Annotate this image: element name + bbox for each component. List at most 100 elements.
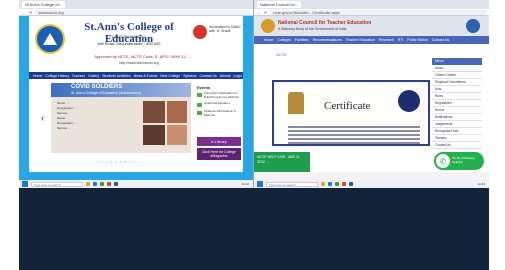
news-item[interactable]: Admission Notification for B.Ed Programm… [197, 91, 241, 99]
nav-item[interactable]: Best College [160, 74, 180, 78]
left-url-field[interactable]: stannsedu.org [35, 9, 250, 15]
back-icon[interactable]: ← [22, 10, 26, 15]
nav-item[interactable]: RTI [398, 38, 404, 42]
side-menu-item[interactable]: Contact Us [432, 142, 482, 149]
taskbar-search-input[interactable]: Type here to search [266, 181, 318, 187]
side-menu-item[interactable]: Norms [432, 107, 482, 114]
side-menu-item[interactable]: Tenders [432, 135, 482, 142]
nav-item[interactable]: Public Notice [407, 38, 427, 42]
nav-item[interactable]: College History [45, 74, 69, 78]
edge-icon[interactable] [93, 182, 97, 186]
college-main-content: ‹ COVID SOLDIERS St. Ann's College of Ed… [29, 79, 243, 172]
nav-item[interactable]: Alumni [220, 74, 231, 78]
ncte-nav-bar: Home Colleges Facilities Recommendations… [254, 36, 489, 44]
nav-item[interactable]: Students Activities [102, 74, 130, 78]
windows-start-icon[interactable] [257, 181, 263, 187]
edge-icon[interactable] [328, 182, 332, 186]
nav-item[interactable]: Facilities [295, 38, 309, 42]
side-menu-item[interactable]: Regional Committees [432, 79, 482, 86]
text-line [288, 142, 420, 144]
certificate-image: Certificate [272, 80, 430, 146]
news-item[interactable]: Online Registration [197, 102, 241, 108]
nav-item[interactable]: Gallery [88, 74, 99, 78]
ncte-title: National Council for Teacher Education [278, 20, 372, 26]
naac-seal-icon [193, 25, 207, 39]
college-header: St.Ann's College of Education ( AUTONOMO… [29, 16, 243, 72]
left-address-bar: ← ⟳ stannsedu.org [19, 9, 253, 16]
e-library-button[interactable]: e-Library [197, 137, 241, 146]
soldier-photo [167, 125, 187, 145]
nav-item[interactable]: Recommendations [313, 38, 342, 42]
powerpoint-icon[interactable] [342, 182, 346, 186]
left-browser-tab[interactable]: St Ann's College of... [22, 1, 66, 8]
powerpoint-icon[interactable] [107, 182, 111, 186]
ncte-side-menu: Menu About Citizen Charter Regional Comm… [432, 58, 482, 149]
file-explorer-icon[interactable] [86, 182, 90, 186]
nav-item[interactable]: Login [233, 74, 242, 78]
nav-item[interactable]: Courses [72, 74, 85, 78]
back-icon[interactable]: ← [257, 10, 261, 15]
slider-text-list: Name: ... Designation: ... Service: ... … [57, 101, 137, 131]
text-line [288, 138, 420, 140]
nav-item[interactable]: Contact Us [199, 74, 216, 78]
text-line [288, 134, 420, 136]
right-url-field[interactable]: ncte.gov.in/Website/...Certificate.aspx [270, 9, 486, 15]
college-address: Mill Road, Secunderabad - 500 003 [97, 41, 161, 46]
right-tab-bar: National Council for... [254, 0, 489, 9]
side-menu-item[interactable]: About [432, 65, 482, 72]
side-menu-item[interactable]: Acts [432, 86, 482, 93]
soldier-photo [143, 125, 165, 145]
helpline-banner[interactable]: NCTE HELP LINE: 1800 11 3232 ... [254, 152, 310, 172]
chrome-icon[interactable] [100, 182, 104, 186]
text-line [288, 130, 420, 132]
right-browser-tab[interactable]: National Council for... [257, 1, 302, 8]
slider-prev-icon[interactable]: ‹ [41, 113, 44, 124]
whatsapp-helpline-button[interactable]: ✆ NCTE Whatsapp Helpline [434, 152, 484, 170]
slider-line: Service: ... [57, 126, 72, 130]
news-item[interactable]: Students Participation in Webinar [197, 109, 241, 117]
whatsapp-text: NCTE Whatsapp Helpline [452, 156, 475, 164]
file-explorer-icon[interactable] [321, 182, 325, 186]
side-menu-item[interactable]: Recognised Inst. [432, 128, 482, 135]
college-subtitle: ( AUTONOMOUS ) [112, 34, 146, 39]
refresh-icon[interactable]: ⟳ [29, 10, 32, 15]
word-icon[interactable] [114, 182, 118, 186]
nav-item[interactable]: Contact Us [432, 38, 449, 42]
ncte-header: National Council for Teacher Education A… [254, 16, 489, 36]
side-menu-item[interactable]: Judgements [432, 121, 482, 128]
news-text: Students Participation in Webinar [204, 109, 237, 117]
new-badge-icon [197, 93, 202, 97]
word-icon[interactable] [349, 182, 353, 186]
whatsapp-icon: ✆ [436, 154, 450, 168]
nav-item[interactable]: Teacher Education [346, 38, 375, 42]
left-taskbar: Type here to search 11:42 [19, 180, 253, 188]
new-badge-icon [197, 103, 202, 108]
college-website-link[interactable]: http://www.stannsedu.org [69, 61, 209, 65]
ncte-approval-text: Approved by NCTE, NCTE Code: S- APS/ 199… [94, 54, 190, 59]
side-menu-item[interactable]: Notifications [432, 114, 482, 121]
refresh-icon[interactable]: ⟳ [264, 10, 267, 15]
slider-dots[interactable]: • • • • • • • • • • [79, 159, 159, 164]
side-menu-item[interactable]: Rules [432, 93, 482, 100]
slider-header: COVID SOLDIERS St. Ann's College of Educ… [51, 83, 191, 97]
side-menu-item[interactable]: Regulations [432, 100, 482, 107]
left-tab-bar: St Ann's College of... [19, 0, 253, 9]
taskbar-search-input[interactable]: Type here to search [31, 181, 83, 187]
nav-item[interactable]: Syllabus [183, 74, 196, 78]
nav-item[interactable]: Colleges [277, 38, 291, 42]
side-menu-item[interactable]: Citizen Charter [432, 72, 482, 79]
left-browser-window: St Ann's College of... ← ⟳ stannsedu.org… [19, 0, 253, 188]
side-menu-heading: Menu [432, 58, 482, 65]
nav-item[interactable]: Home [264, 38, 273, 42]
emagazine-button[interactable]: Click Here for College eMagazine [197, 148, 241, 160]
nav-item[interactable]: Home [33, 74, 42, 78]
certificate-text-lines [288, 126, 420, 146]
college-nav-bar: Home College History Courses Gallery Stu… [29, 72, 243, 79]
nav-item[interactable]: News & Events [134, 74, 158, 78]
windows-start-icon[interactable] [22, 181, 28, 187]
right-taskbar: Type here to search 11:43 [254, 180, 489, 188]
ashoka-emblem-icon [288, 92, 304, 114]
taskbar-clock: 11:43 [477, 182, 485, 186]
nav-item[interactable]: Research [379, 38, 394, 42]
chrome-icon[interactable] [335, 182, 339, 186]
